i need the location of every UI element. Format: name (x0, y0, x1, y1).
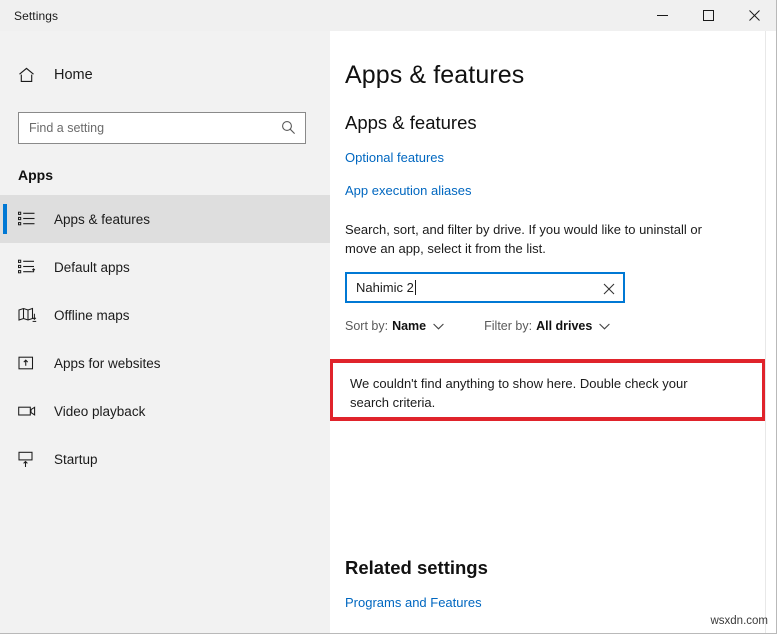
sidebar-category-heading: Apps (18, 167, 330, 183)
window-title: Settings (14, 9, 58, 23)
list-bullets-icon (18, 211, 40, 227)
sidebar-item-label: Offline maps (54, 308, 130, 323)
watermark: wsxdn.com (710, 615, 768, 627)
related-settings-title: Related settings (345, 557, 777, 579)
programs-and-features-link-row: Programs and Features (330, 579, 777, 612)
sidebar-item-label: Default apps (54, 260, 130, 275)
link-optional-features[interactable]: Optional features (345, 150, 444, 165)
app-execution-aliases-link-row: App execution aliases (330, 167, 777, 200)
filter-by-dropdown[interactable]: Filter by: All drives (484, 319, 610, 333)
minimize-button[interactable] (639, 0, 685, 31)
settings-window: Settings (0, 0, 777, 634)
sidebar-item-apps-for-websites[interactable]: Apps for websites (0, 339, 330, 387)
close-icon (603, 283, 615, 295)
app-list-search-box[interactable]: Nahimic 2 (345, 272, 625, 303)
search-icon (281, 120, 296, 140)
filter-by-value: All drives (536, 319, 592, 333)
sidebar-search-input[interactable] (19, 121, 267, 135)
box-arrow-up-icon (18, 355, 40, 371)
link-programs-and-features[interactable]: Programs and Features (345, 595, 482, 610)
sidebar-item-home[interactable]: Home (0, 58, 330, 92)
sidebar-item-default-apps[interactable]: Default apps (0, 243, 330, 291)
sidebar-item-label: Video playback (54, 404, 145, 419)
video-camera-icon (18, 403, 40, 419)
sidebar-item-startup[interactable]: Startup (0, 435, 330, 483)
home-icon (18, 67, 40, 83)
filter-bar: Sort by: Name Filter by: All drives (345, 319, 777, 333)
page-title: Apps & features (345, 61, 777, 90)
title-bar[interactable]: Settings (0, 0, 777, 31)
sidebar-home-label: Home (54, 67, 93, 83)
minimize-icon (657, 10, 668, 21)
map-download-icon (18, 307, 40, 323)
annotation-highlight-box: We couldn't find anything to show here. … (330, 359, 766, 421)
clear-search-button[interactable] (603, 282, 615, 300)
close-icon (749, 10, 760, 21)
sort-by-dropdown[interactable]: Sort by: Name (345, 319, 444, 333)
list-arrow-icon (18, 259, 40, 275)
window-controls (639, 0, 777, 31)
optional-features-link-row: Optional features (330, 134, 777, 167)
sort-by-label: Sort by: (345, 319, 388, 333)
main-scrollbar[interactable] (765, 31, 776, 634)
app-list-search-value: Nahimic 2 (347, 280, 414, 295)
sidebar: Home Apps (0, 31, 330, 634)
related-settings-section: Related settings Programs and Features (330, 535, 777, 612)
sort-by-value: Name (392, 319, 426, 333)
text-cursor (415, 280, 416, 295)
filter-by-label: Filter by: (484, 319, 532, 333)
sidebar-item-label: Apps & features (54, 212, 150, 227)
sidebar-item-label: Apps for websites (54, 356, 161, 371)
sidebar-item-apps-and-features[interactable]: Apps & features (0, 195, 330, 243)
sidebar-item-offline-maps[interactable]: Offline maps (0, 291, 330, 339)
link-app-execution-aliases[interactable]: App execution aliases (345, 183, 471, 198)
maximize-icon (703, 10, 714, 21)
sidebar-item-video-playback[interactable]: Video playback (0, 387, 330, 435)
apps-description: Search, sort, and filter by drive. If yo… (345, 220, 737, 258)
empty-search-result-message: We couldn't find anything to show here. … (350, 374, 730, 412)
chevron-down-icon (433, 319, 444, 333)
sidebar-nav-list: Apps & features Default apps (0, 195, 330, 483)
maximize-button[interactable] (685, 0, 731, 31)
monitor-arrow-up-icon (18, 451, 40, 468)
chevron-down-icon (599, 319, 610, 333)
close-button[interactable] (731, 0, 777, 31)
sidebar-item-label: Startup (54, 452, 98, 467)
sidebar-search-box[interactable] (18, 112, 306, 144)
main-content: Apps & features Apps & features Optional… (330, 31, 777, 634)
section-title: Apps & features (345, 112, 777, 134)
